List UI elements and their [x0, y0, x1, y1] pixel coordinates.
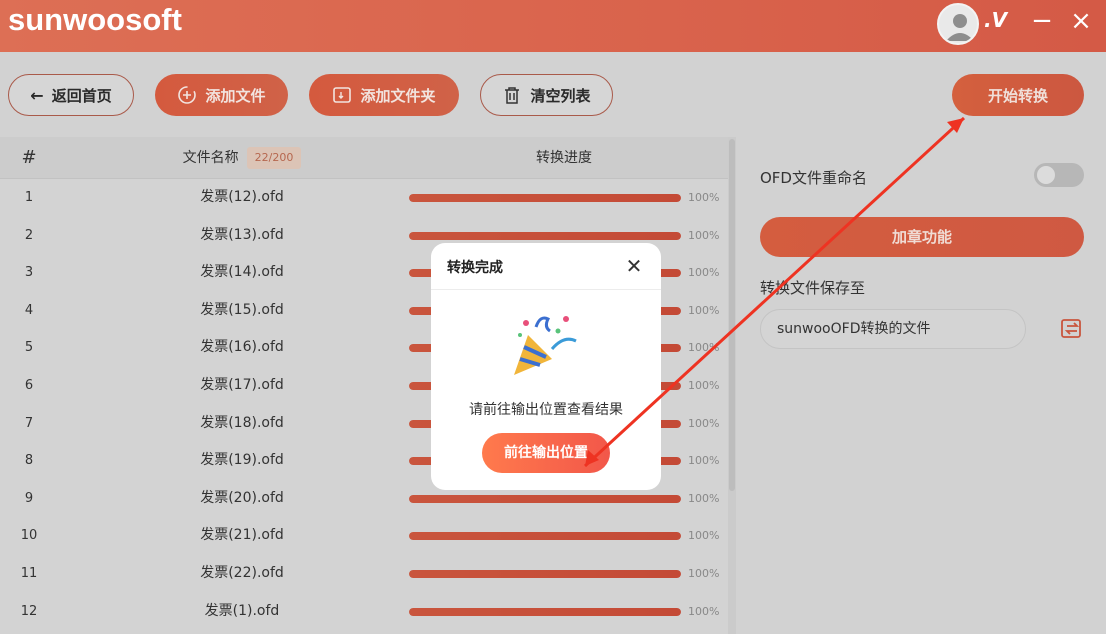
progress-percent: 100%: [688, 454, 720, 468]
add-file-icon: [178, 86, 197, 104]
clear-list-label: 清空列表: [530, 86, 591, 105]
progress-bar: [409, 532, 681, 541]
progress-fill: [409, 194, 681, 202]
progress-percent: 100%: [688, 491, 720, 505]
close-button[interactable]: ×: [1068, 6, 1094, 36]
start-convert-label: 开始转换: [987, 86, 1048, 105]
progress-percent: 100%: [688, 266, 720, 280]
file-name: 发票(16).ofd: [200, 339, 284, 356]
row-index: 6: [24, 378, 34, 393]
party-popper-icon: [514, 316, 577, 375]
progress-percent: 100%: [688, 341, 720, 355]
change-folder-icon[interactable]: [1060, 317, 1084, 341]
save-path-field[interactable]: sunwooOFD转换的文件: [760, 309, 1026, 349]
row-index: 12: [20, 603, 38, 619]
scrollbar[interactable]: [728, 137, 736, 634]
row-index: 4: [24, 302, 34, 318]
progress-percent: 100%: [688, 567, 720, 580]
open-output-button[interactable]: 前往输出位置: [482, 433, 610, 473]
trash-icon: [505, 87, 520, 104]
user-icon: [946, 14, 974, 41]
file-name: 发票(17).ofd: [200, 377, 284, 393]
add-file-button[interactable]: 添加文件: [155, 74, 288, 116]
col-progress-header: 转换进度: [536, 150, 592, 166]
progress-percent: 100%: [688, 228, 720, 242]
file-name: 发票(14).ofd: [200, 264, 284, 281]
progress-percent: 100%: [688, 604, 720, 618]
app-logo: sunwoosoft: [8, 2, 182, 37]
add-folder-label: 添加文件夹: [360, 86, 436, 105]
avatar[interactable]: [937, 3, 979, 45]
rename-toggle[interactable]: [1034, 163, 1084, 187]
file-name: 发票(1).ofd: [204, 602, 280, 619]
progress-fill: [409, 494, 681, 503]
row-index: 1: [24, 190, 34, 205]
progress-bar: [409, 194, 681, 202]
add-folder-button[interactable]: 添加文件夹: [309, 74, 459, 116]
clear-list-button[interactable]: 清空列表: [480, 74, 613, 116]
file-count-badge: 22/200: [246, 147, 302, 169]
row-index: 10: [20, 528, 38, 544]
folder-icon: [333, 87, 352, 103]
file-name: 发票(18).ofd: [200, 414, 284, 431]
settings-panel: OFD文件重命名 加章功能 转换文件保存至 sunwooOFD转换的文件: [736, 137, 1106, 634]
progress-bar: [409, 231, 681, 240]
file-name: 发票(22).ofd: [200, 565, 284, 581]
arrow-left-icon: ←: [30, 85, 44, 105]
row-index: 9: [24, 490, 34, 506]
col-name-header: 文件名称 22/200: [130, 137, 354, 179]
minimize-button[interactable]: −: [1030, 6, 1054, 36]
save-to-label: 转换文件保存至: [760, 279, 866, 297]
file-name: 发票(20).ofd: [200, 489, 284, 506]
dialog-divider: [431, 289, 661, 290]
progress-fill: [409, 570, 681, 578]
file-name: 发票(15).ofd: [200, 301, 284, 318]
vip-badge: .V: [984, 8, 1008, 32]
scrollbar-thumb[interactable]: [729, 139, 735, 491]
row-index: 2: [24, 227, 34, 243]
title-bar: sunwoosoft .V − ×: [0, 0, 1106, 52]
file-name: 发票(12).ofd: [200, 189, 284, 205]
row-index: 7: [24, 415, 34, 431]
progress-percent: 100%: [688, 191, 720, 204]
progress-percent: 100%: [688, 416, 720, 430]
row-index: 11: [20, 566, 38, 581]
progress-fill: [409, 607, 681, 616]
file-name: 发票(19).ofd: [200, 452, 284, 469]
rename-label: OFD文件重命名: [760, 169, 867, 187]
file-name: 发票(21).ofd: [200, 527, 284, 544]
back-home-button[interactable]: ← 返回首页: [8, 74, 134, 116]
seal-button[interactable]: 加章功能: [760, 217, 1084, 257]
dialog-title: 转换完成: [447, 260, 503, 276]
row-index: 3: [24, 265, 34, 281]
progress-percent: 100%: [688, 303, 720, 317]
col-index-header: #: [21, 147, 37, 168]
progress-percent: 100%: [688, 529, 720, 543]
col-name-label: 文件名称: [182, 150, 239, 166]
table-row[interactable]: 12 发票(1).ofd 100%: [0, 593, 728, 631]
file-name: 发票(13).ofd: [200, 226, 284, 243]
completion-dialog: 转换完成 ✕ 请前往输出位置查看结果 前往输出位置: [431, 243, 661, 490]
progress-percent: 100%: [688, 379, 720, 392]
progress-bar: [409, 494, 681, 503]
start-convert-button[interactable]: 开始转换: [952, 74, 1084, 116]
progress-fill: [409, 532, 681, 541]
toolbar: ← 返回首页 添加文件 添加文件夹 清空列表 开始转换: [0, 52, 1106, 136]
row-index: 8: [24, 453, 34, 469]
add-file-label: 添加文件: [205, 86, 266, 105]
dialog-message: 请前往输出位置查看结果: [469, 402, 623, 418]
table-header: # 文件名称 22/200 转换进度: [0, 137, 728, 179]
back-home-label: 返回首页: [51, 86, 112, 105]
progress-bar: [409, 607, 681, 616]
row-index: 5: [24, 340, 34, 356]
table-row[interactable]: 11 发票(22).ofd 100%: [0, 555, 728, 593]
dialog-close-icon[interactable]: ✕: [623, 255, 645, 277]
progress-bar: [409, 570, 681, 578]
table-row[interactable]: 1 发票(12).ofd 100%: [0, 179, 728, 217]
toggle-knob: [1037, 166, 1055, 184]
progress-fill: [409, 231, 681, 240]
table-row[interactable]: 10 发票(21).ofd 100%: [0, 517, 728, 555]
